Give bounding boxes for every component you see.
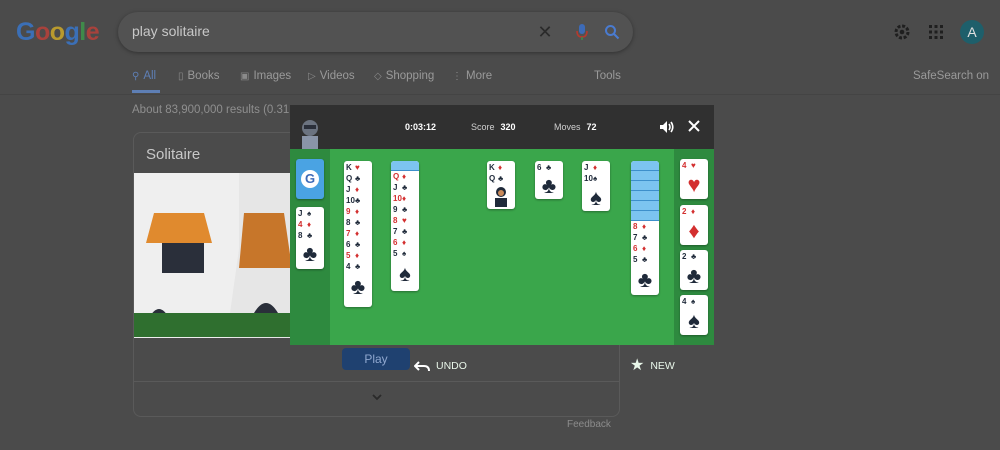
header-divider bbox=[0, 94, 1000, 95]
undo-icon bbox=[414, 361, 430, 372]
foundation-area: 4 ♥ ♥ 2 ♦ ♦ 2 ♣ ♣ 4 ♠ ♠ bbox=[674, 149, 714, 345]
timer: 0:03:12 bbox=[405, 122, 437, 132]
more-vert-icon: ⋮ bbox=[452, 70, 462, 82]
play-button[interactable]: Play bbox=[342, 348, 410, 370]
safesearch-label[interactable]: SafeSearch on bbox=[913, 70, 989, 82]
tableau-column-1[interactable]: K ♥ Q ♣ J ♦ 10 ♣ 9 ♦ 8 ♣ 7 ♦ 6 ♣ 5 ♦ 4 ♣ ♣ bbox=[344, 161, 372, 307]
search-icon[interactable] bbox=[600, 20, 624, 44]
score-display: Score 320 bbox=[471, 122, 516, 132]
waste-pile[interactable]: J ♠ 4 ♦ 8 ♣ ♣ bbox=[296, 207, 324, 269]
close-icon[interactable] bbox=[686, 118, 702, 134]
stock-pile[interactable]: G bbox=[296, 159, 324, 199]
tab-all[interactable]: ⚲ All bbox=[132, 70, 156, 82]
stock-waste-area: G J ♠ 4 ♦ 8 ♣ ♣ bbox=[290, 149, 330, 345]
search-box[interactable]: play solitaire ✕ bbox=[118, 12, 633, 52]
microphone-icon[interactable] bbox=[570, 20, 594, 44]
foundation-hearts[interactable]: 4 ♥ ♥ bbox=[680, 159, 708, 199]
tools-button[interactable]: Tools bbox=[594, 70, 621, 82]
mascot-icon bbox=[298, 117, 322, 149]
card-separator bbox=[134, 381, 619, 382]
search-input[interactable]: play solitaire bbox=[132, 23, 210, 39]
result-stats: About 83,900,000 results (0.31 se bbox=[132, 104, 305, 116]
account-avatar[interactable]: A bbox=[960, 20, 984, 44]
tab-more[interactable]: ⋮ More bbox=[452, 70, 492, 82]
active-tab-indicator bbox=[132, 90, 160, 93]
tableau-column-5[interactable]: 6 ♣ ♣ bbox=[535, 161, 563, 199]
game-top-bar: 0:03:12 Score 320 Moves 72 bbox=[290, 105, 714, 149]
king-portrait-icon bbox=[495, 187, 507, 207]
tableau-column-6[interactable]: J ♦ 10 ♠ ♠ bbox=[582, 161, 610, 211]
tableau-column-7[interactable]: 8 ♦ 7 ♣ 6 ♦ 5 ♣ ♣ bbox=[631, 161, 659, 295]
tag-icon: ◇ bbox=[374, 70, 382, 82]
foundation-clubs[interactable]: 2 ♣ ♣ bbox=[680, 250, 708, 290]
foundation-spades[interactable]: 4 ♠ ♠ bbox=[680, 295, 708, 335]
tab-images[interactable]: ▣ Images bbox=[240, 70, 291, 82]
clear-icon[interactable]: ✕ bbox=[533, 20, 557, 44]
chevron-down-icon[interactable] bbox=[369, 389, 385, 405]
new-game-button[interactable]: ★ NEW bbox=[630, 357, 675, 374]
google-g-icon: G bbox=[301, 170, 319, 188]
tableau-column-4[interactable]: K ♦ Q ♣ bbox=[487, 161, 515, 209]
tab-shopping[interactable]: ◇ Shopping bbox=[374, 70, 434, 82]
artwork-green-base bbox=[134, 313, 291, 337]
undo-button[interactable]: UNDO bbox=[414, 360, 467, 372]
search-icon: ⚲ bbox=[132, 70, 140, 82]
foundation-diamonds[interactable]: 2 ♦ ♦ bbox=[680, 205, 708, 245]
book-icon: ▯ bbox=[178, 70, 184, 82]
volume-icon[interactable] bbox=[658, 118, 676, 136]
google-logo[interactable]: Google bbox=[16, 18, 100, 47]
card-title: Solitaire bbox=[146, 146, 201, 163]
tableau-felt: K ♥ Q ♣ J ♦ 10 ♣ 9 ♦ 8 ♣ 7 ♦ 6 ♣ 5 ♦ 4 ♣ ♣ Q ♦ J ♣ 1… bbox=[330, 149, 675, 374]
image-icon: ▣ bbox=[240, 70, 250, 82]
tableau-column-2[interactable]: Q ♦ J ♣ 10 ♦ 9 ♣ 8 ♥ 7 ♣ 6 ♦ 5 ♠ ♠ bbox=[391, 161, 419, 291]
feedback-link[interactable]: Feedback bbox=[567, 419, 611, 430]
solitaire-game[interactable]: 0:03:12 Score 320 Moves 72 G J ♠ 4 ♦ 8 ♣ ♣ K ♥… bbox=[290, 105, 714, 374]
tab-videos[interactable]: ▷ Videos bbox=[308, 70, 355, 82]
moves-display: Moves 72 bbox=[554, 122, 597, 132]
video-icon: ▷ bbox=[308, 70, 316, 82]
apps-grid-icon[interactable] bbox=[926, 22, 946, 42]
star-icon: ★ bbox=[630, 357, 645, 374]
tab-books[interactable]: ▯ Books bbox=[178, 70, 219, 82]
settings-gear-icon[interactable] bbox=[890, 20, 914, 44]
